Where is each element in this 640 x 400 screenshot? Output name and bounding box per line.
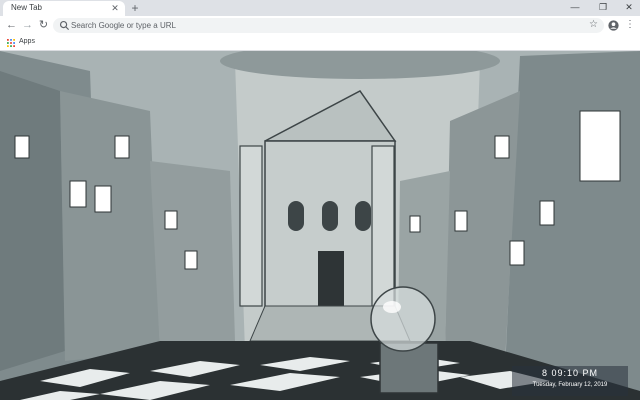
- toolbar: ← → ↻ Search Google or type a URL ☆ ⋮: [0, 16, 640, 35]
- new-tab-button[interactable]: +: [129, 2, 141, 14]
- clock-date: Tuesday, February 12, 2019: [532, 382, 608, 388]
- menu-kebab-icon[interactable]: ⋮: [625, 18, 635, 32]
- bookmark-star-icon[interactable]: ☆: [589, 19, 598, 30]
- close-tab-icon[interactable]: ✕: [110, 3, 120, 13]
- reload-button[interactable]: ↻: [37, 19, 50, 32]
- bookmarks-bar: Apps: [0, 35, 640, 51]
- minimize-button[interactable]: —: [562, 0, 588, 14]
- tab-title: New Tab: [11, 3, 42, 12]
- back-button[interactable]: ←: [5, 19, 18, 32]
- clock-widget: 8 09:10 PM Tuesday, February 12, 2019: [512, 366, 628, 396]
- apps-grid-icon[interactable]: [7, 39, 15, 47]
- close-window-button[interactable]: ✕: [616, 0, 640, 14]
- clock-time: 8 09:10 PM: [541, 368, 599, 378]
- profile-avatar-icon[interactable]: [608, 20, 619, 31]
- omnibox[interactable]: Search Google or type a URL ☆: [53, 18, 604, 33]
- new-tab-background: [0, 51, 640, 400]
- tab-strip: New Tab ✕ + — ❐ ✕: [0, 0, 640, 16]
- tab-new-tab[interactable]: New Tab ✕: [3, 1, 125, 16]
- omnibox-placeholder: Search Google or type a URL: [71, 21, 176, 30]
- search-icon: [59, 20, 70, 31]
- restore-button[interactable]: ❐: [590, 0, 616, 14]
- forward-button[interactable]: →: [21, 19, 34, 32]
- city-wallpaper-illustration: [0, 51, 640, 400]
- apps-bookmark[interactable]: Apps: [19, 38, 35, 45]
